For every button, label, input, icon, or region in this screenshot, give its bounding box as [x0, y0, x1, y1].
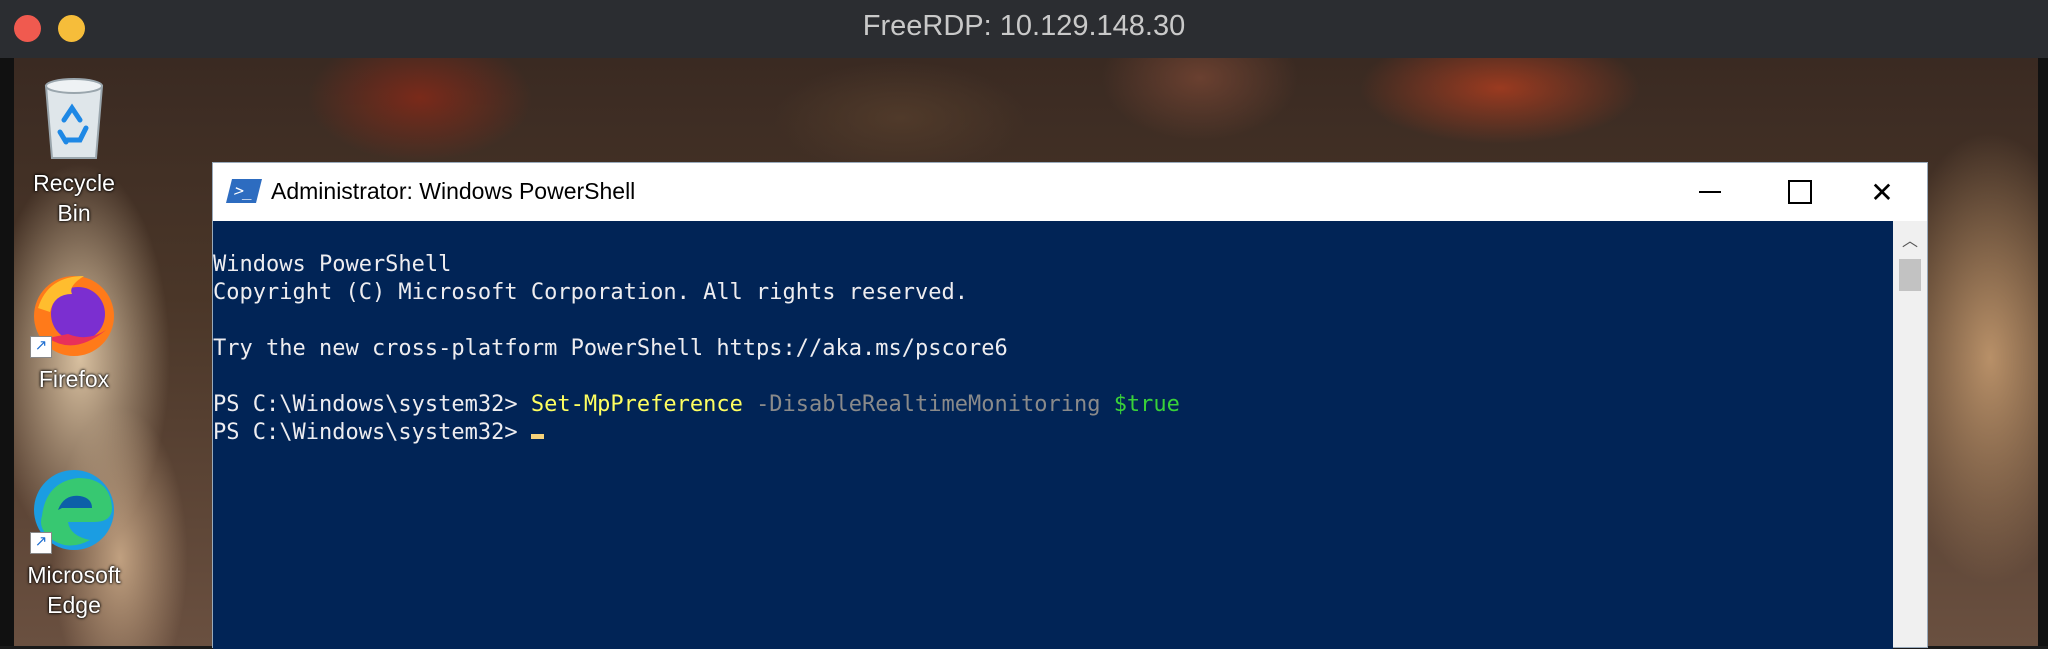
recycle-bin-label: Recycle Bin	[33, 170, 115, 226]
desktop-icon-recycle-bin[interactable]: Recycle Bin	[14, 72, 134, 228]
scroll-up-arrow-icon[interactable]: ︿	[1893, 227, 1927, 251]
console-line: Try the new cross-platform PowerShell ht…	[213, 336, 1008, 361]
desktop-left-edge	[0, 58, 14, 646]
desktop-icon-firefox[interactable]: ↗ Firefox	[14, 268, 134, 394]
edge-label-line2: Edge	[47, 592, 101, 618]
command-value: $true	[1113, 392, 1180, 417]
powershell-window[interactable]: >_ Administrator: Windows PowerShell ✕ W…	[212, 162, 1928, 649]
vertical-scrollbar[interactable]: ︿	[1893, 221, 1927, 647]
edge-label-line1: Microsoft	[27, 562, 121, 588]
close-icon: ✕	[1870, 175, 1894, 209]
firefox-icon: ↗	[28, 268, 120, 360]
powershell-titlebar[interactable]: >_ Administrator: Windows PowerShell ✕	[213, 163, 1927, 221]
shortcut-arrow-icon: ↗	[30, 336, 52, 358]
maximize-button[interactable]	[1755, 163, 1845, 221]
powershell-console[interactable]: Windows PowerShell Copyright (C) Microsof…	[213, 221, 1893, 649]
text-cursor	[530, 434, 544, 439]
console-current-line[interactable]: PS C:\Windows\system32>	[213, 419, 1893, 447]
command-parameter: -DisableRealtimeMonitoring	[756, 392, 1101, 417]
minimize-icon	[1699, 191, 1721, 193]
desktop-icon-edge[interactable]: ↗ Microsoft Edge	[14, 464, 134, 620]
minimize-button[interactable]	[1665, 163, 1755, 221]
recycle-bin-icon	[34, 72, 114, 164]
shortcut-arrow-icon: ↗	[30, 532, 52, 554]
command-cmdlet: Set-MpPreference	[530, 392, 743, 417]
console-line: Windows PowerShell	[213, 252, 452, 277]
powershell-logo-icon: >_	[226, 179, 262, 203]
maximize-icon	[1788, 180, 1812, 204]
host-window-title: FreeRDP: 10.129.148.30	[862, 10, 1186, 42]
firefox-label: Firefox	[38, 366, 110, 392]
console-prompt: PS C:\Windows\system32>	[213, 392, 531, 417]
console-command-line: PS C:\Windows\system32> Set-MpPreference…	[213, 391, 1893, 419]
powershell-window-title: Administrator: Windows PowerShell	[271, 178, 636, 204]
host-titlebar: FreeRDP: 10.129.148.30	[0, 0, 2048, 58]
console-line: Copyright (C) Microsoft Corporation. All…	[213, 280, 968, 305]
scrollbar-thumb[interactable]	[1899, 259, 1921, 291]
close-button[interactable]: ✕	[1837, 163, 1927, 221]
console-prompt: PS C:\Windows\system32>	[213, 420, 531, 445]
edge-icon: ↗	[28, 464, 120, 556]
desktop-right-edge	[2038, 58, 2048, 646]
